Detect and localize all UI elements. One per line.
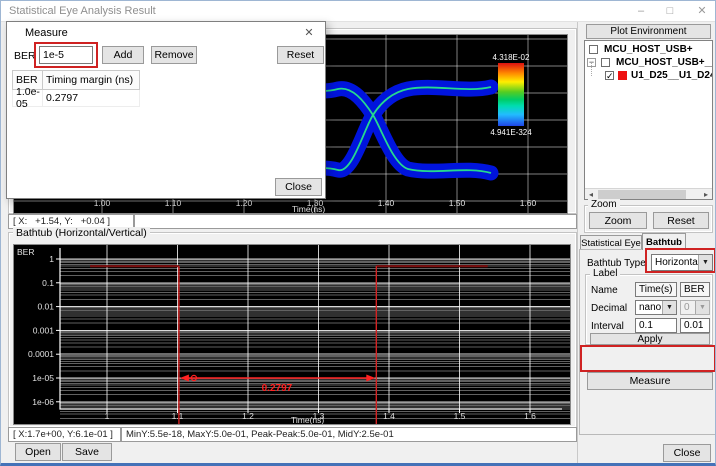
reset-button[interactable]: Reset bbox=[277, 46, 324, 64]
add-button[interactable]: Add bbox=[102, 46, 144, 64]
svg-text:1.40: 1.40 bbox=[378, 198, 395, 208]
eye-status-spacer bbox=[134, 214, 577, 229]
colorbar-min-label: 4.941E-324 bbox=[475, 128, 547, 137]
svg-text:1.1: 1.1 bbox=[172, 411, 184, 421]
tree-item-mcu-host-usb[interactable]: MCU_HOST_USB+ bbox=[585, 43, 713, 56]
zoom-button[interactable]: Zoom bbox=[589, 212, 647, 229]
dialog-close-button[interactable]: Close bbox=[275, 178, 322, 196]
measure-button[interactable]: Measure bbox=[587, 372, 713, 390]
decimal-unit-select[interactable]: nano ▼ bbox=[635, 300, 677, 315]
scroll-right-arrow[interactable]: ▸ bbox=[700, 189, 712, 200]
save-button[interactable]: Save bbox=[62, 443, 112, 461]
window-title: Statistical Eye Analysis Result bbox=[9, 5, 156, 17]
tab-bathtub[interactable]: Bathtub bbox=[642, 233, 686, 250]
tree-item-3-label[interactable]: U1_D25__U1_D24 bbox=[631, 70, 713, 81]
zoom-group-title: Zoom bbox=[588, 199, 620, 210]
legend-color-swatch bbox=[618, 71, 627, 80]
bathtub-group-title: Bathtub (Horizontal/Vertical) bbox=[13, 227, 150, 239]
svg-text:0.01: 0.01 bbox=[37, 302, 54, 312]
decimal-digits-select: 0 ▼ bbox=[680, 300, 710, 315]
close-window-button[interactable]: ✕ bbox=[693, 4, 711, 19]
tree-checkbox-1[interactable] bbox=[589, 45, 598, 54]
dialog-title: Measure bbox=[25, 27, 68, 39]
svg-text:0.1: 0.1 bbox=[42, 278, 54, 288]
remove-button[interactable]: Remove bbox=[151, 46, 197, 64]
colorbar bbox=[498, 63, 524, 126]
svg-text:1e-06: 1e-06 bbox=[32, 397, 54, 407]
tree-h-scrollbar[interactable]: ◂ ▸ bbox=[585, 188, 712, 199]
table-header-timing-margin[interactable]: Timing margin (ns) bbox=[42, 70, 140, 90]
bathtub-coordinate-readout: [ X:1.7e+00, Y:6.1e-01 ] bbox=[8, 427, 121, 442]
tab-statistical-eye[interactable]: Statistical Eye bbox=[580, 235, 642, 250]
reset-zoom-button[interactable]: Reset bbox=[653, 212, 709, 229]
svg-text:BER: BER bbox=[17, 247, 34, 257]
minimize-button[interactable]: – bbox=[632, 4, 650, 19]
decimal-unit-value: nano bbox=[636, 302, 662, 313]
bathtub-stats-readout: MinY:5.5e-18, MaxY:5.0e-01, Peak-Peak:5.… bbox=[121, 427, 577, 442]
decimal-label: Decimal bbox=[591, 303, 627, 314]
bathtub-tab-panel: Bathtub Type Horizontal ▼ Name Time(s) B… bbox=[579, 249, 716, 435]
svg-text:1.6: 1.6 bbox=[524, 411, 536, 421]
svg-text:1.20: 1.20 bbox=[236, 198, 253, 208]
tree-item-mcu-host-usb-pair[interactable]: − MCU_HOST_USB+__MCU_HO bbox=[585, 56, 713, 69]
interval-ber-input[interactable]: 0.01 bbox=[680, 318, 710, 333]
svg-text:0.001: 0.001 bbox=[33, 325, 55, 335]
svg-text:1.4: 1.4 bbox=[383, 411, 395, 421]
svg-text:1.2: 1.2 bbox=[242, 411, 254, 421]
maximize-button[interactable]: □ bbox=[661, 4, 679, 19]
svg-text:1.60: 1.60 bbox=[520, 198, 537, 208]
chevron-down-icon[interactable]: ▼ bbox=[662, 301, 676, 314]
svg-text:1e-05: 1e-05 bbox=[32, 373, 54, 383]
tree-item-2-label[interactable]: MCU_HOST_USB+__MCU_HO bbox=[616, 57, 713, 68]
colorbar-max-label: 4.318E-02 bbox=[473, 53, 549, 62]
svg-text:1.10: 1.10 bbox=[165, 198, 182, 208]
plot-environment-button[interactable]: Plot Environment bbox=[586, 24, 711, 39]
svg-text:0.2797: 0.2797 bbox=[262, 383, 293, 394]
svg-text:1.5: 1.5 bbox=[454, 411, 466, 421]
bathtub-type-select[interactable]: Horizontal ▼ bbox=[651, 254, 713, 271]
net-tree: MCU_HOST_USB+ − MCU_HOST_USB+__MCU_HO ✓ … bbox=[584, 40, 713, 200]
scroll-thumb[interactable] bbox=[598, 190, 686, 199]
statistical-eye-analysis-window: Statistical Eye Analysis Result – □ ✕ 1.… bbox=[0, 0, 716, 466]
apply-button[interactable]: Apply bbox=[590, 333, 710, 345]
tree-checkbox-3[interactable]: ✓ bbox=[605, 71, 614, 80]
ber-label: BER bbox=[14, 50, 36, 62]
svg-text:1.00: 1.00 bbox=[94, 198, 111, 208]
dialog-close-icon[interactable]: ✕ bbox=[301, 26, 317, 40]
svg-text:1: 1 bbox=[49, 254, 54, 264]
bathtub-plot[interactable]: BER 1 0.1 0.01 0.001 0.0001 1e-05 1e-06 1 1.1 1.2 1… bbox=[13, 244, 571, 425]
name-ber-field: BER bbox=[680, 282, 710, 297]
svg-text:Time(ns): Time(ns) bbox=[291, 415, 324, 424]
svg-text:0.0001: 0.0001 bbox=[28, 349, 54, 359]
tree-checkbox-2[interactable] bbox=[601, 58, 610, 67]
right-panel: Plot Environment MCU_HOST_USB+ − MCU_HOS… bbox=[577, 22, 716, 466]
measure-dialog: Measure ✕ BER Add Remove Reset BER Timin… bbox=[6, 21, 326, 199]
chevron-down-icon[interactable]: ▼ bbox=[698, 255, 712, 270]
bathtub-type-value: Horizontal bbox=[652, 257, 698, 268]
chevron-down-icon: ▼ bbox=[695, 301, 709, 314]
interval-time-input[interactable]: 0.1 bbox=[635, 318, 677, 333]
label-group-title: Label bbox=[590, 268, 620, 279]
svg-text:1: 1 bbox=[105, 411, 110, 421]
svg-text:Time(ns): Time(ns) bbox=[292, 204, 325, 213]
tree-item-1-label[interactable]: MCU_HOST_USB+ bbox=[604, 44, 693, 55]
tree-connector bbox=[591, 63, 592, 76]
name-label: Name bbox=[591, 285, 618, 296]
table-cell-ber: 1.0e-05 bbox=[12, 90, 43, 107]
label-group: Name Time(s) BER Decimal nano ▼ 0 ▼ Inte… bbox=[585, 274, 713, 345]
table-cell-timing-margin: 0.2797 bbox=[43, 90, 140, 107]
open-button[interactable]: Open bbox=[15, 443, 61, 461]
interval-label: Interval bbox=[591, 321, 624, 332]
bathtub-canvas: BER 1 0.1 0.01 0.001 0.0001 1e-05 1e-06 1 1.1 1.2 1… bbox=[14, 245, 570, 424]
svg-text:1.50: 1.50 bbox=[449, 198, 466, 208]
decimal-digits-value: 0 bbox=[681, 302, 695, 313]
name-time-field: Time(s) bbox=[635, 282, 677, 297]
ber-input[interactable] bbox=[39, 46, 93, 64]
close-button[interactable]: Close bbox=[663, 444, 711, 462]
tree-item-u1-d25-u1-d24[interactable]: ✓ U1_D25__U1_D24 bbox=[585, 69, 713, 82]
